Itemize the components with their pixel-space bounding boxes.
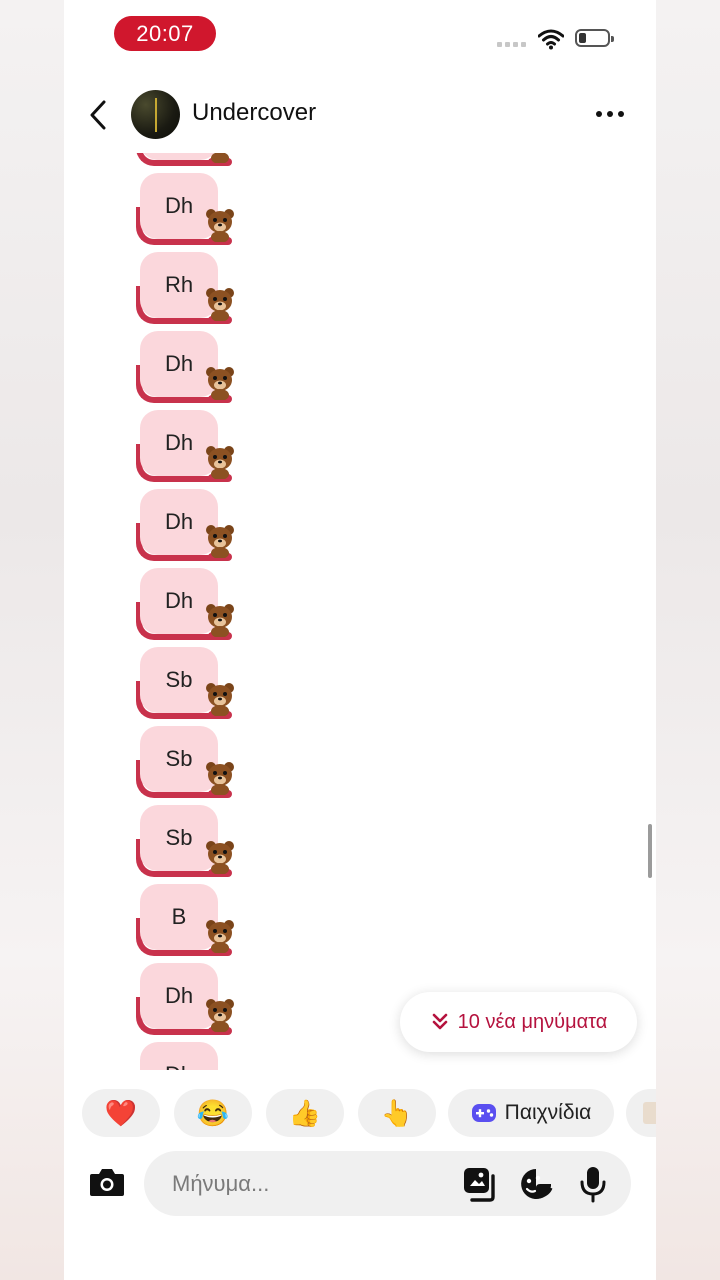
games-label: Παιχνίδια xyxy=(504,1101,592,1124)
message-bubble[interactable]: Dh xyxy=(136,568,240,642)
bear-sticker-icon xyxy=(204,601,236,638)
status-time: 20:07 xyxy=(114,16,216,51)
bear-sticker-icon xyxy=(204,206,236,243)
chat-screen: 20:07 Undercover DhRhDhDhDhDhSbSbSbBDhDh… xyxy=(64,0,656,1280)
quick-reaction-thumbs-up[interactable]: 👍 xyxy=(266,1089,344,1137)
message-bubble[interactable]: Dh xyxy=(136,331,240,405)
double-chevron-down-icon xyxy=(432,1013,447,1030)
red-heart-emoji-icon: ❤️ xyxy=(104,1097,138,1128)
message-bubble[interactable]: Dh xyxy=(136,1042,240,1070)
bear-sticker-icon xyxy=(204,838,236,875)
quick-reactions-bar: ❤️ 😂 👍 👆 Παιχνίδια xyxy=(82,1089,656,1137)
scrollbar[interactable] xyxy=(648,824,652,878)
message-bubble[interactable]: Sb xyxy=(136,805,240,879)
contact-name[interactable]: Undercover xyxy=(192,99,316,127)
pointing-hand-emoji-icon: 👆 xyxy=(380,1097,414,1128)
bear-sticker-icon xyxy=(204,680,236,717)
quick-reaction-point[interactable]: 👆 xyxy=(358,1089,436,1137)
message-bubble[interactable]: Dh xyxy=(136,410,240,484)
message-bubble[interactable]: Dh xyxy=(136,173,240,247)
bear-sticker-icon xyxy=(204,443,236,480)
background-left xyxy=(0,0,64,1280)
message-composer xyxy=(144,1151,631,1216)
bear-sticker-icon xyxy=(204,996,236,1033)
bear-sticker-icon xyxy=(204,285,236,322)
gallery-icon[interactable] xyxy=(462,1166,498,1202)
games-button[interactable]: Παιχνίδια xyxy=(448,1089,614,1137)
cellular-signal-icon xyxy=(497,42,526,47)
microphone-icon[interactable] xyxy=(578,1165,608,1203)
sticker-icon[interactable] xyxy=(518,1167,554,1201)
message-text: Dh xyxy=(140,1042,218,1070)
back-arrow-icon[interactable] xyxy=(86,98,112,132)
background-right xyxy=(656,0,720,1280)
message-input[interactable] xyxy=(170,1165,454,1203)
quick-reaction-laugh[interactable]: 😂 xyxy=(174,1089,252,1137)
new-messages-button[interactable]: 10 νέα μηνύματα xyxy=(400,992,637,1052)
tears-of-joy-emoji-icon: 😂 xyxy=(196,1097,230,1128)
battery-icon xyxy=(575,29,614,47)
message-bubble[interactable] xyxy=(136,153,240,168)
message-bubble[interactable]: Dh xyxy=(136,963,240,1037)
bear-sticker-icon xyxy=(204,759,236,796)
message-bubble[interactable]: B xyxy=(136,884,240,958)
camera-icon[interactable] xyxy=(88,1165,126,1199)
message-bubble[interactable]: Sb xyxy=(136,726,240,800)
thumbs-up-emoji-icon: 👍 xyxy=(288,1097,322,1128)
bear-sticker-icon xyxy=(204,364,236,401)
new-messages-label: 10 νέα μηνύματα xyxy=(457,1010,608,1033)
more-options-icon[interactable] xyxy=(596,102,632,126)
quick-reaction-heart[interactable]: ❤️ xyxy=(82,1089,160,1137)
gamepad-icon xyxy=(471,1104,496,1122)
avatar[interactable] xyxy=(131,90,180,139)
message-list[interactable]: DhRhDhDhDhDhSbSbSbBDhDh xyxy=(64,153,656,1070)
bear-sticker-icon xyxy=(204,917,236,954)
message-bubble[interactable]: Rh xyxy=(136,252,240,326)
wifi-icon xyxy=(538,29,564,50)
bear-sticker-icon xyxy=(204,153,236,164)
sticker-thumbnail-icon xyxy=(643,1102,656,1124)
message-bubble[interactable]: Sb xyxy=(136,647,240,721)
bear-sticker-icon xyxy=(204,522,236,559)
sticker-suggestion-chip[interactable] xyxy=(626,1089,656,1137)
message-bubble[interactable]: Dh xyxy=(136,489,240,563)
